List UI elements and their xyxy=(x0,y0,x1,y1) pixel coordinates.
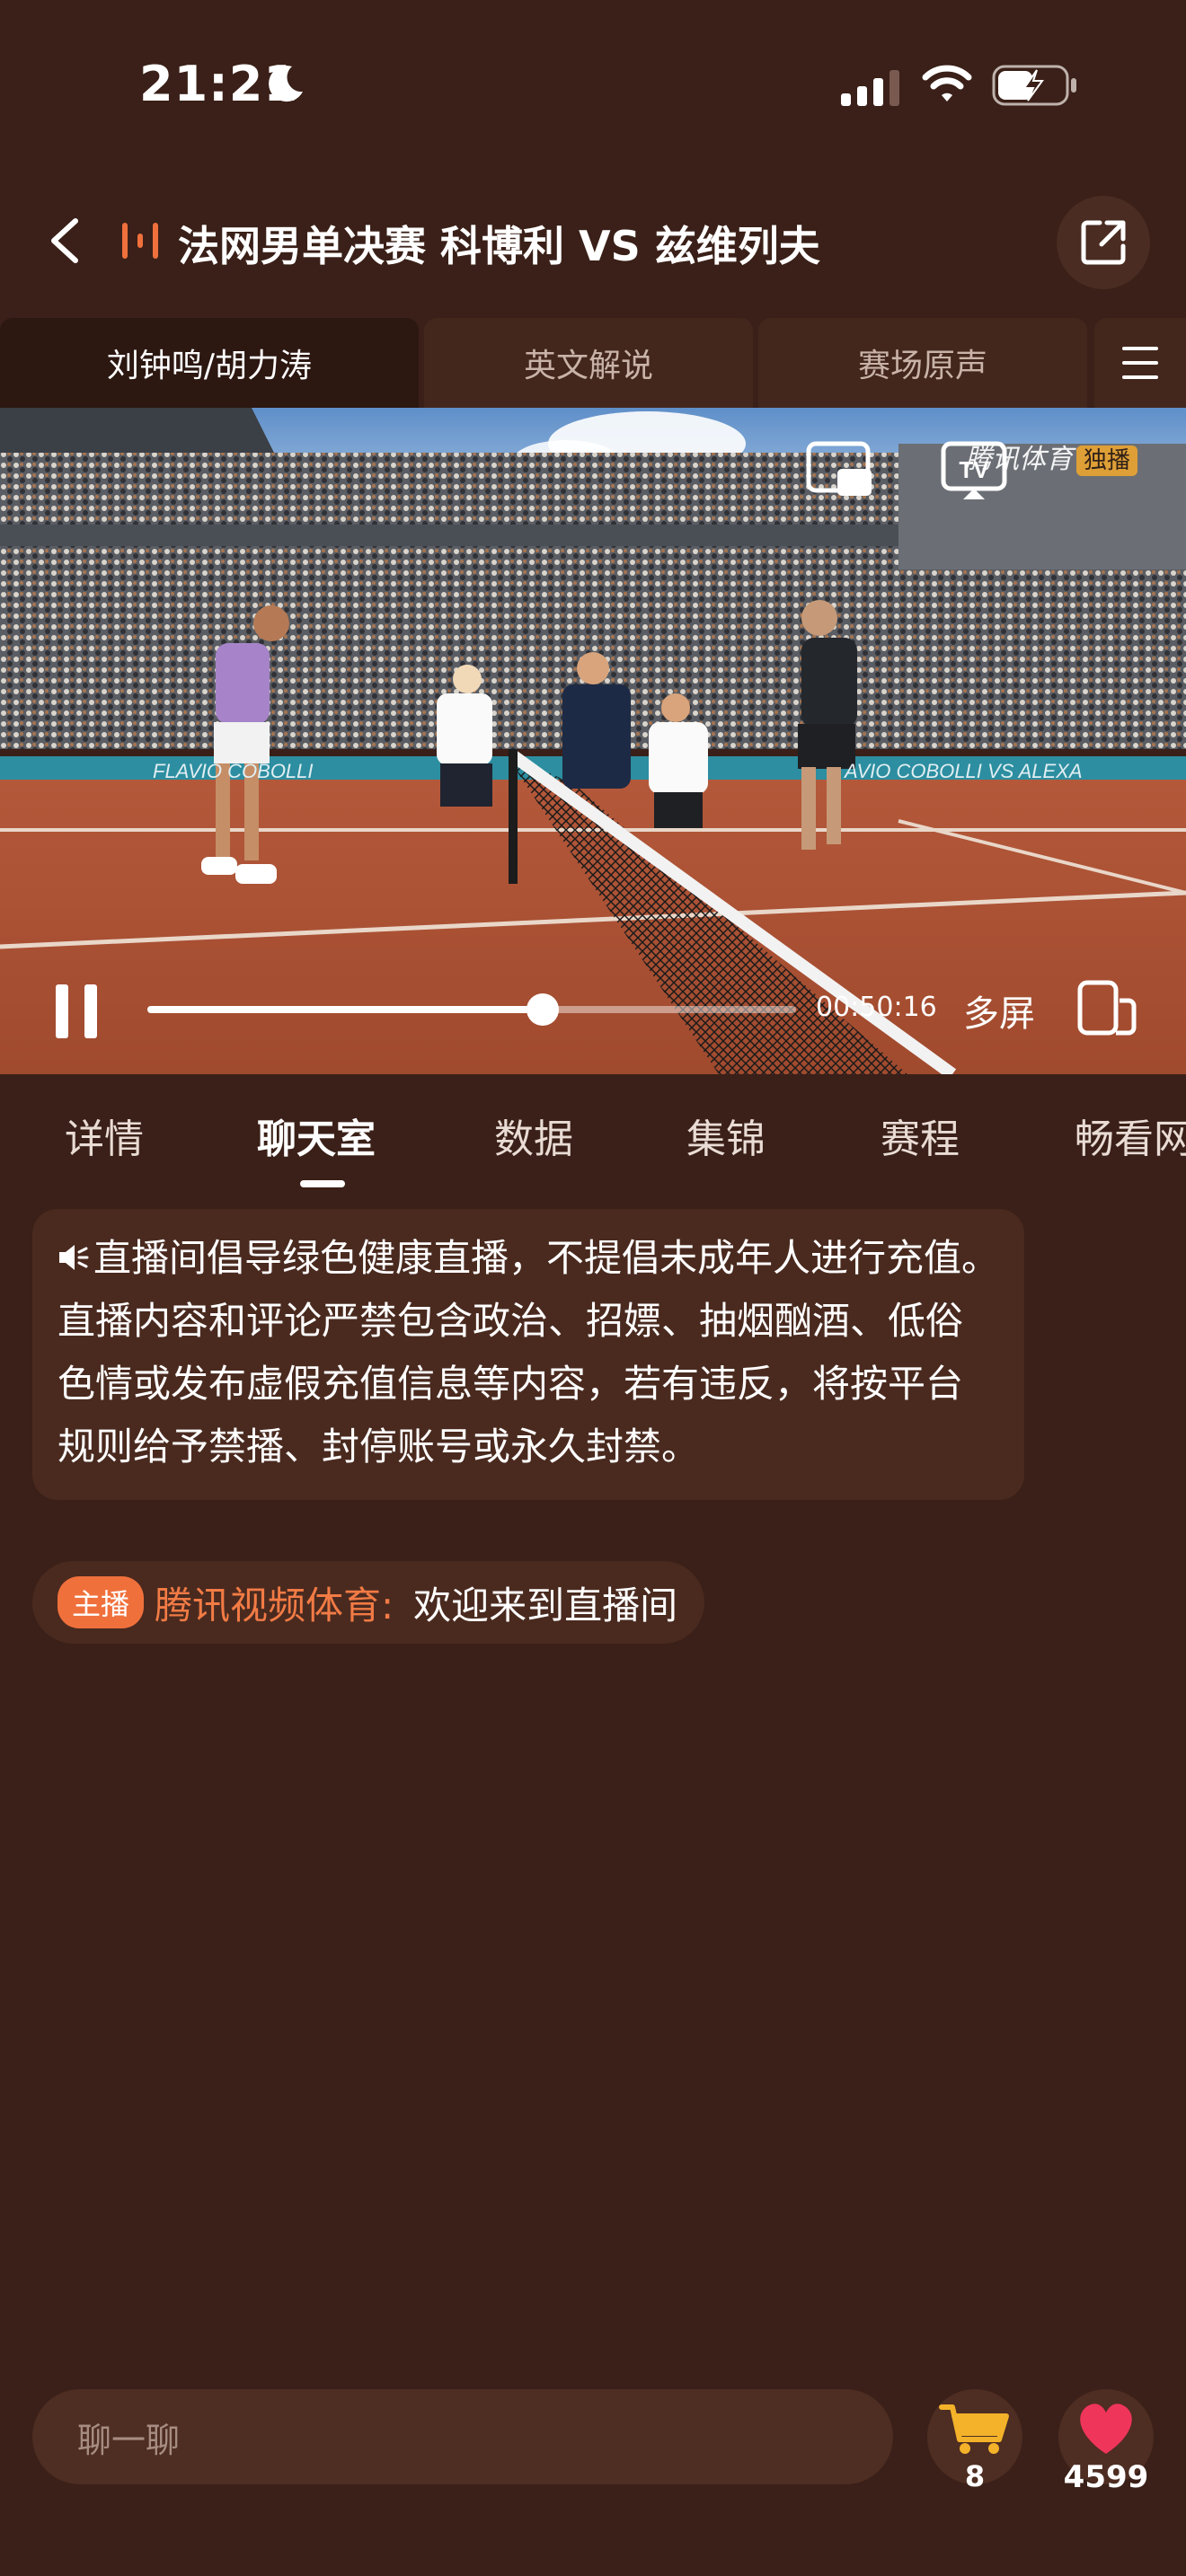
exclusive-badge: 独播 xyxy=(1076,446,1138,476)
message-text: 欢迎来到直播间 xyxy=(413,1583,678,1628)
cart-count: 8 xyxy=(964,2459,986,2493)
broadcaster-watermark: 腾讯体育 独播 xyxy=(965,437,1138,476)
tab-details[interactable]: 详情 xyxy=(65,1107,144,1164)
video-player[interactable]: FLAVIO COBOLLI AVIO COBOLLI VS ALEXA xyxy=(0,408,1186,1074)
tab-highlights[interactable]: 集锦 xyxy=(686,1107,766,1164)
commentary-tab-chinese[interactable]: 刘钟鸣/胡力涛 xyxy=(0,318,419,408)
signal-icon xyxy=(841,70,899,106)
share-button[interactable] xyxy=(1057,196,1150,289)
svg-text:AVIO COBOLLI VS ALEXA: AVIO COBOLLI VS ALEXA xyxy=(843,760,1083,782)
moon-icon xyxy=(269,66,303,102)
chat-message: 主播 腾讯视频体育: 欢迎来到直播间 xyxy=(32,1561,705,1644)
share-icon xyxy=(1081,220,1126,265)
svg-text:FLAVIO COBOLLI: FLAVIO COBOLLI xyxy=(153,760,314,782)
tab-chatroom[interactable]: 聊天室 xyxy=(257,1107,376,1164)
picture-in-picture-icon[interactable] xyxy=(805,440,875,499)
pause-icon[interactable] xyxy=(52,983,102,1040)
commentary-tab-english[interactable]: 英文解说 xyxy=(424,318,753,408)
wifi-icon xyxy=(922,65,972,101)
fullscreen-rotate-icon[interactable] xyxy=(1076,979,1139,1037)
chat-input-placeholder: 聊一聊 xyxy=(77,2420,181,2460)
chat-notice: 直播间倡导绿色健康直播，不提倡未成年人进行充值。直播内容和评论严禁包含政治、招嫖… xyxy=(32,1209,1024,1500)
message-sender[interactable]: 腾讯视频体育: xyxy=(155,1575,394,1630)
tab-stats[interactable]: 数据 xyxy=(494,1107,573,1164)
shopping-cart-icon xyxy=(939,2404,1009,2454)
elapsed-time: 00:50:16 xyxy=(816,992,937,1023)
tennis-court-scene: FLAVIO COBOLLI AVIO COBOLLI VS ALEXA xyxy=(0,408,1186,1074)
commentary-tab-ambient[interactable]: 赛场原声 xyxy=(758,318,1087,408)
like-count: 4599 xyxy=(1063,2459,1149,2495)
battery-charging-icon xyxy=(992,65,1076,106)
page-title: 法网男单决赛 科博利 VS 兹维列夫 xyxy=(178,222,820,270)
chat-notice-text: 直播间倡导绿色健康直播，不提倡未成年人进行充值。直播内容和评论严禁包含政治、招嫖… xyxy=(58,1236,1000,1469)
broadcaster-name: 腾讯体育 xyxy=(965,444,1073,475)
tab-watch-more[interactable]: 畅看网 xyxy=(1075,1107,1186,1164)
menu-icon xyxy=(1122,347,1158,379)
tab-schedule[interactable]: 赛程 xyxy=(881,1107,960,1164)
chat-input[interactable]: 聊一聊 xyxy=(32,2389,893,2484)
progress-fill xyxy=(147,1006,543,1013)
active-tab-indicator xyxy=(300,1180,345,1187)
host-badge: 主播 xyxy=(58,1576,145,1628)
back-icon[interactable] xyxy=(47,216,83,266)
heart-icon xyxy=(1080,2404,1132,2454)
multi-screen-button[interactable]: 多屏 xyxy=(963,984,1035,1037)
speaker-icon xyxy=(59,1245,89,1270)
commentary-menu-button[interactable] xyxy=(1094,318,1186,408)
live-indicator-icon xyxy=(122,223,158,259)
progress-handle[interactable] xyxy=(527,993,559,1026)
